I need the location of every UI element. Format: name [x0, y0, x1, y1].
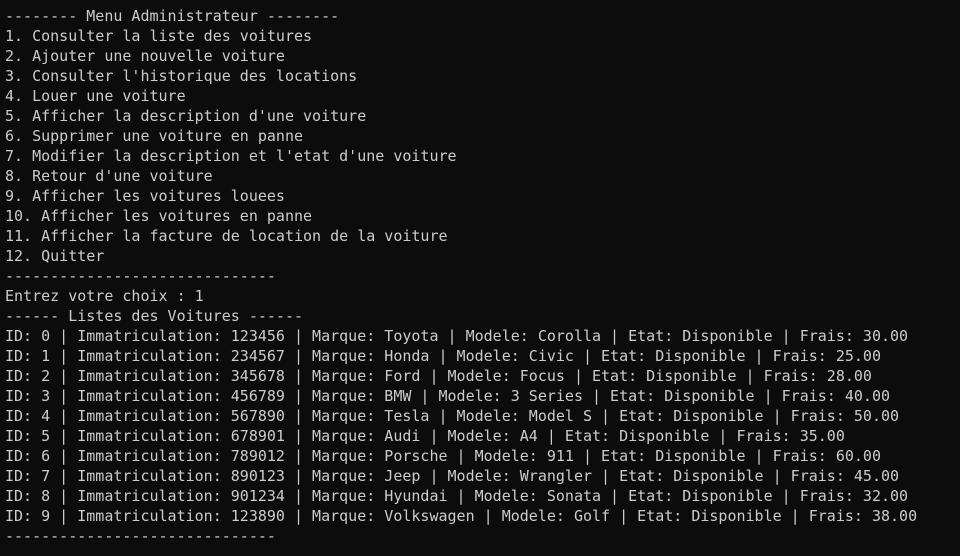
- car-row: ID: 5 | Immatriculation: 678901 | Marque…: [5, 427, 845, 445]
- car-row: ID: 9 | Immatriculation: 123890 | Marque…: [5, 507, 918, 525]
- menu-item: 2. Ajouter une nouvelle voiture: [5, 47, 285, 65]
- menu-item: 7. Modifier la description et l'etat d'u…: [5, 147, 457, 165]
- car-row: ID: 0 | Immatriculation: 123456 | Marque…: [5, 327, 909, 345]
- choice-prompt: Entrez votre choix : 1: [5, 287, 204, 305]
- menu-footer-divider: ------------------------------: [5, 267, 276, 285]
- car-row: ID: 2 | Immatriculation: 345678 | Marque…: [5, 367, 872, 385]
- car-row: ID: 6 | Immatriculation: 789012 | Marque…: [5, 447, 881, 465]
- terminal-output[interactable]: -------- Menu Administrateur -------- 1.…: [0, 0, 960, 556]
- car-list-header: ------ Listes des Voitures ------: [5, 307, 304, 325]
- car-row: ID: 1 | Immatriculation: 234567 | Marque…: [5, 347, 881, 365]
- car-row: ID: 3 | Immatriculation: 456789 | Marque…: [5, 387, 891, 405]
- menu-item: 5. Afficher la description d'une voiture: [5, 107, 367, 125]
- menu-item: 1. Consulter la liste des voitures: [5, 27, 313, 45]
- menu-item: 11. Afficher la facture de location de l…: [5, 227, 448, 245]
- menu-item: 6. Supprimer une voiture en panne: [5, 127, 304, 145]
- menu-item: 10. Afficher les voitures en panne: [5, 207, 313, 225]
- menu-item: 12. Quitter: [5, 247, 105, 265]
- car-row: ID: 8 | Immatriculation: 901234 | Marque…: [5, 487, 909, 505]
- menu-item: 9. Afficher les voitures louees: [5, 187, 285, 205]
- menu-item: 3. Consulter l'historique des locations: [5, 67, 358, 85]
- menu-item: 8. Retour d'une voiture: [5, 167, 213, 185]
- car-row: ID: 7 | Immatriculation: 890123 | Marque…: [5, 467, 900, 485]
- menu-header: -------- Menu Administrateur --------: [5, 7, 340, 25]
- menu-item: 4. Louer une voiture: [5, 87, 186, 105]
- car-list-footer-divider: ------------------------------: [5, 527, 276, 545]
- car-row: ID: 4 | Immatriculation: 567890 | Marque…: [5, 407, 900, 425]
